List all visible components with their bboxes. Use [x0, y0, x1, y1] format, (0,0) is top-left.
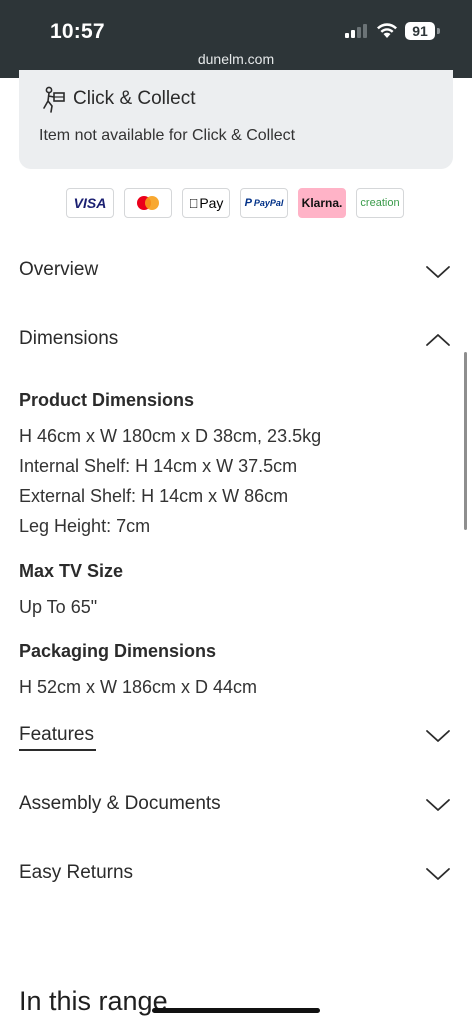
chevron-up-icon[interactable]	[425, 332, 451, 348]
max-tv-size-value: Up To 65"	[19, 597, 98, 617]
dimension-line: External Shelf: H 14cm x W 86cm	[19, 486, 289, 506]
mastercard-logo	[124, 188, 172, 218]
paypal-logo: P PayPal	[240, 188, 288, 218]
accordion-dimensions-label[interactable]: Dimensions	[19, 328, 118, 350]
battery-indicator: 91	[405, 22, 435, 40]
wifi-icon	[377, 23, 397, 38]
range-section-title: In this range	[19, 986, 168, 1016]
battery-tip	[437, 28, 440, 34]
max-tv-size-heading: Max TV Size	[19, 561, 124, 581]
features-underline	[19, 749, 96, 751]
clock: 10:57	[50, 20, 105, 43]
accordion-assembly-label[interactable]: Assembly & Documents	[19, 793, 221, 815]
dimension-line: Internal Shelf: H 14cm x W 37.5cm	[19, 456, 298, 476]
klarna-logo: Klarna.	[298, 188, 346, 218]
click-collect-title: Click & Collect	[73, 88, 196, 109]
creation-logo: creation	[356, 188, 404, 218]
packaging-dimensions-value: H 52cm x W 186cm x D 44cm	[19, 677, 258, 697]
person-carrying-box-icon	[43, 86, 65, 113]
accordion-overview-label[interactable]: Overview	[19, 259, 98, 281]
visa-logo: VISA	[66, 188, 114, 218]
chevron-down-icon[interactable]	[425, 797, 451, 813]
product-dimensions-heading: Product Dimensions	[19, 390, 195, 410]
accordion-features-label[interactable]: Features	[19, 724, 94, 746]
chevron-down-icon[interactable]	[425, 264, 451, 280]
home-indicator[interactable]	[152, 1008, 320, 1013]
dimension-line: Leg Height: 7cm	[19, 516, 151, 536]
dimension-line: H 46cm x W 180cm x D 38cm, 23.5kg	[19, 426, 322, 446]
packaging-dimensions-heading: Packaging Dimensions	[19, 641, 217, 661]
chevron-down-icon[interactable]	[425, 866, 451, 882]
click-collect-card	[19, 70, 453, 169]
click-collect-availability: Item not available for Click & Collect	[39, 127, 296, 144]
apple-pay-logo: Pay	[182, 188, 230, 218]
status-bar: 10:57 91 dunelm.com	[0, 0, 472, 78]
url-bar[interactable]: dunelm.com	[0, 51, 472, 67]
accordion-returns-label[interactable]: Easy Returns	[19, 862, 133, 884]
chevron-down-icon[interactable]	[425, 728, 451, 744]
scrollbar[interactable]	[464, 352, 467, 530]
cellular-signal-icon	[345, 24, 369, 38]
apple-icon: 	[189, 196, 199, 211]
